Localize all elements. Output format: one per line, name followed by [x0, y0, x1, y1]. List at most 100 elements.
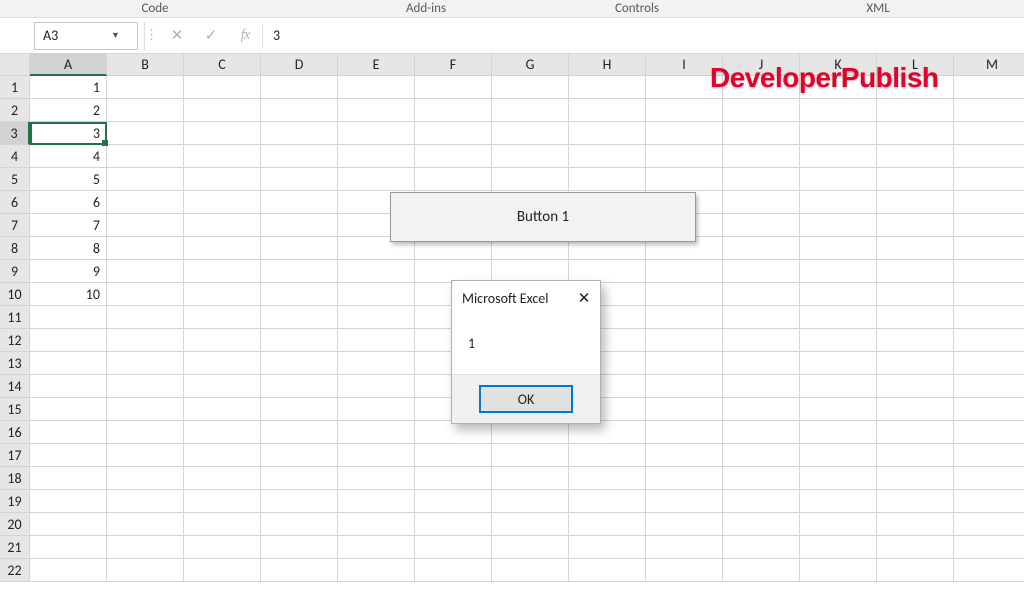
- column-header-B[interactable]: B: [107, 54, 184, 76]
- formula-input[interactable]: 3: [263, 22, 1024, 50]
- cell[interactable]: [877, 237, 954, 260]
- cell[interactable]: [723, 467, 800, 490]
- cell[interactable]: [646, 145, 723, 168]
- cell[interactable]: [877, 467, 954, 490]
- cell[interactable]: 7: [30, 214, 107, 237]
- cell[interactable]: [569, 168, 646, 191]
- cell[interactable]: [184, 536, 261, 559]
- cell[interactable]: [30, 421, 107, 444]
- cell[interactable]: [954, 306, 1024, 329]
- msgbox-close-button[interactable]: ✕: [568, 281, 600, 315]
- cell[interactable]: [954, 444, 1024, 467]
- row-header-14[interactable]: 14: [0, 375, 30, 398]
- row-header-5[interactable]: 5: [0, 168, 30, 191]
- cell[interactable]: [569, 513, 646, 536]
- cell[interactable]: [338, 536, 415, 559]
- cell[interactable]: [723, 398, 800, 421]
- column-header-C[interactable]: C: [184, 54, 261, 76]
- cell[interactable]: [338, 99, 415, 122]
- cell[interactable]: [723, 559, 800, 582]
- cell[interactable]: [954, 99, 1024, 122]
- cell[interactable]: [646, 283, 723, 306]
- cell[interactable]: [800, 214, 877, 237]
- cell[interactable]: [261, 145, 338, 168]
- cell[interactable]: [954, 398, 1024, 421]
- cell[interactable]: [954, 421, 1024, 444]
- cell[interactable]: [261, 467, 338, 490]
- cell[interactable]: [261, 76, 338, 99]
- cell[interactable]: [800, 283, 877, 306]
- cell[interactable]: [877, 559, 954, 582]
- confirm-button[interactable]: ✓: [194, 22, 228, 50]
- cell[interactable]: [723, 513, 800, 536]
- cell[interactable]: [569, 99, 646, 122]
- row-header-4[interactable]: 4: [0, 145, 30, 168]
- row-header-13[interactable]: 13: [0, 352, 30, 375]
- cell[interactable]: [415, 421, 492, 444]
- cell[interactable]: [338, 306, 415, 329]
- cell[interactable]: [800, 122, 877, 145]
- cell[interactable]: [877, 214, 954, 237]
- cell[interactable]: 3: [30, 122, 107, 145]
- cell[interactable]: [877, 375, 954, 398]
- cell[interactable]: [184, 444, 261, 467]
- cell[interactable]: [184, 99, 261, 122]
- cell[interactable]: [30, 306, 107, 329]
- cell[interactable]: [184, 421, 261, 444]
- cell[interactable]: [338, 421, 415, 444]
- cell[interactable]: [492, 559, 569, 582]
- cell[interactable]: [107, 375, 184, 398]
- cell[interactable]: [646, 99, 723, 122]
- cell[interactable]: [261, 122, 338, 145]
- cell[interactable]: [800, 329, 877, 352]
- row-header-11[interactable]: 11: [0, 306, 30, 329]
- cell[interactable]: [261, 421, 338, 444]
- row-header-2[interactable]: 2: [0, 99, 30, 122]
- cell[interactable]: [492, 513, 569, 536]
- cell[interactable]: 10: [30, 283, 107, 306]
- cell[interactable]: [800, 375, 877, 398]
- insert-function-button[interactable]: fx: [228, 22, 262, 50]
- cell[interactable]: [107, 467, 184, 490]
- cell[interactable]: [338, 168, 415, 191]
- cell[interactable]: [338, 513, 415, 536]
- cell[interactable]: [338, 490, 415, 513]
- cell[interactable]: [30, 398, 107, 421]
- cell[interactable]: [877, 99, 954, 122]
- cell[interactable]: [184, 559, 261, 582]
- cell[interactable]: [877, 122, 954, 145]
- cell[interactable]: [492, 490, 569, 513]
- row-header-3[interactable]: 3: [0, 122, 30, 145]
- cell[interactable]: [261, 536, 338, 559]
- column-header-F[interactable]: F: [415, 54, 492, 76]
- cell[interactable]: [569, 536, 646, 559]
- msgbox-titlebar[interactable]: Microsoft Excel ✕: [452, 281, 600, 315]
- row-header-15[interactable]: 15: [0, 398, 30, 421]
- cell[interactable]: [569, 559, 646, 582]
- cell[interactable]: [646, 421, 723, 444]
- cell[interactable]: [954, 237, 1024, 260]
- name-box[interactable]: A3 ▼: [34, 22, 138, 50]
- cell[interactable]: [646, 122, 723, 145]
- select-all-corner[interactable]: [0, 54, 30, 76]
- row-header-21[interactable]: 21: [0, 536, 30, 559]
- cell[interactable]: [492, 467, 569, 490]
- cell[interactable]: [30, 375, 107, 398]
- cell[interactable]: [723, 122, 800, 145]
- cell[interactable]: [184, 214, 261, 237]
- cell[interactable]: 1: [30, 76, 107, 99]
- cell[interactable]: [954, 191, 1024, 214]
- cell[interactable]: [107, 283, 184, 306]
- cell[interactable]: [492, 145, 569, 168]
- cell[interactable]: [954, 352, 1024, 375]
- cell[interactable]: [261, 375, 338, 398]
- cell[interactable]: [723, 99, 800, 122]
- column-header-M[interactable]: M: [954, 54, 1024, 76]
- cell[interactable]: [415, 467, 492, 490]
- cell[interactable]: [184, 513, 261, 536]
- cell[interactable]: [30, 536, 107, 559]
- name-box-dropdown-icon[interactable]: ▼: [86, 23, 137, 49]
- cell[interactable]: [415, 559, 492, 582]
- cell[interactable]: [261, 490, 338, 513]
- cell[interactable]: [415, 168, 492, 191]
